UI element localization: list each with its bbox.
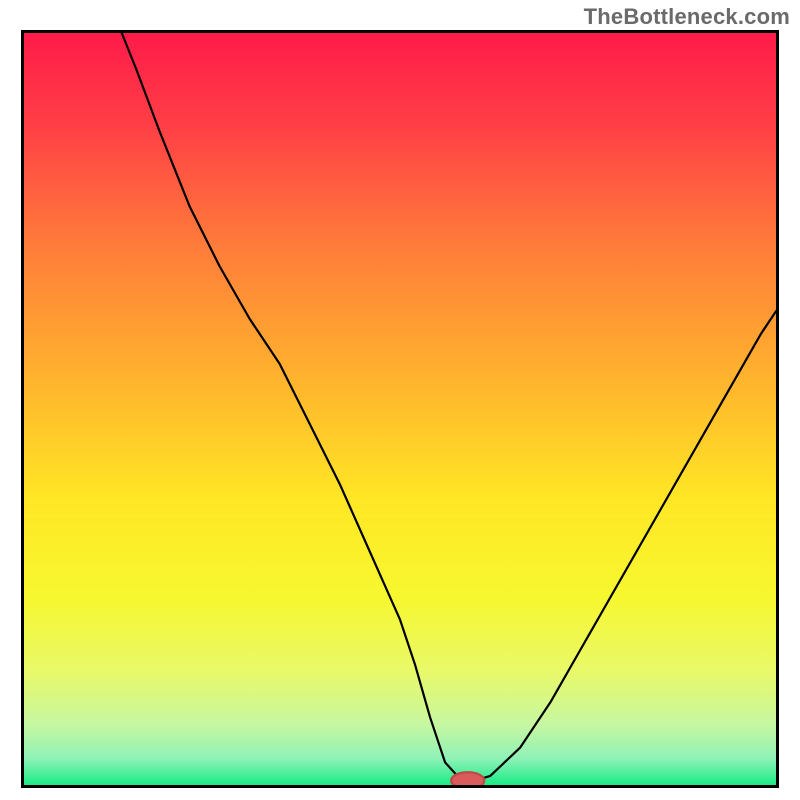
chart-container: TheBottleneck.com <box>0 0 800 800</box>
heat-background <box>24 33 776 785</box>
optimal-point-marker <box>451 772 484 785</box>
watermark-text: TheBottleneck.com <box>584 4 790 30</box>
plot-svg <box>24 33 776 785</box>
plot-frame <box>21 30 779 788</box>
